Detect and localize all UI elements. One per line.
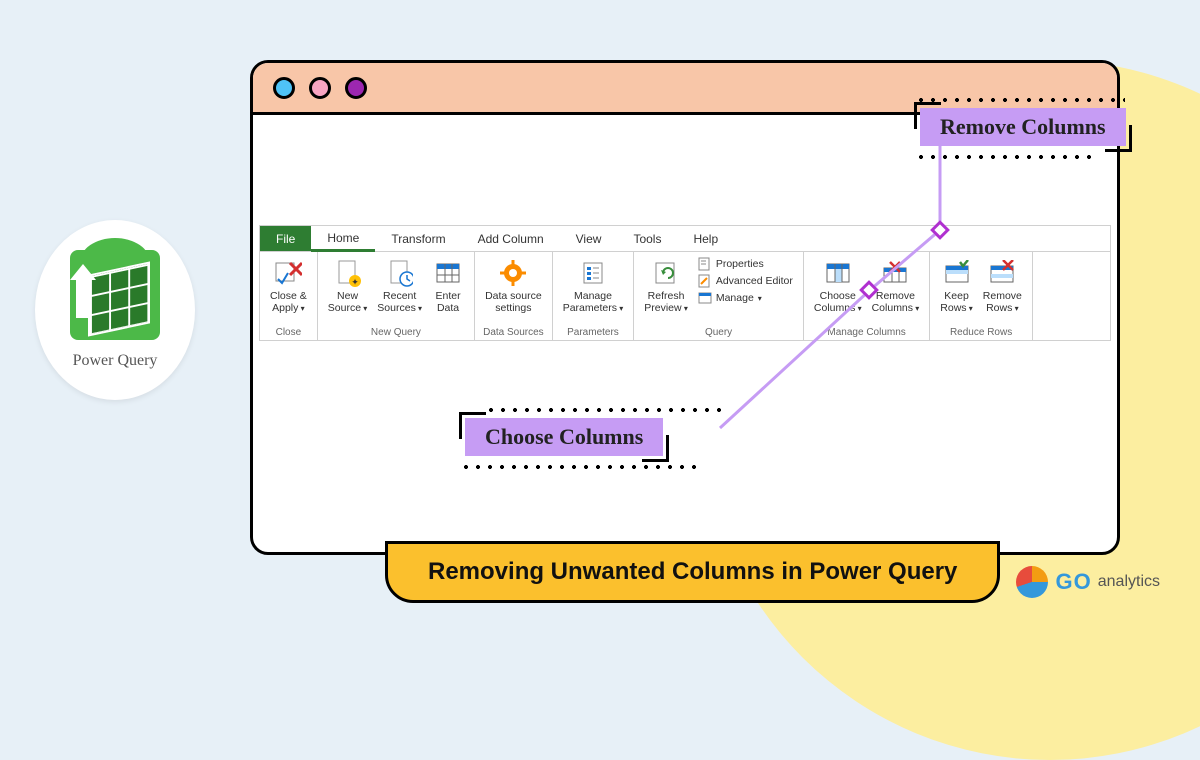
recent-sources-icon — [385, 258, 415, 288]
remove-columns-icon — [880, 258, 910, 288]
new-source-icon: ✦ — [333, 258, 363, 288]
group-query: Refresh Preview Properties Advanced Edit… — [634, 252, 804, 340]
enter-data-button[interactable]: Enter Data — [428, 256, 468, 316]
brand-logo: GO analytics — [1016, 566, 1160, 598]
close-apply-button[interactable]: Close & Apply — [266, 256, 311, 316]
decoration-dots — [915, 98, 1125, 102]
choose-columns-icon — [823, 258, 853, 288]
group-parameters: Manage Parameters Parameters — [553, 252, 635, 340]
manage-icon — [698, 291, 712, 305]
group-label-reduce-rows: Reduce Rows — [936, 325, 1026, 338]
refresh-icon — [651, 258, 681, 288]
group-label-parameters: Parameters — [559, 325, 628, 338]
group-data-sources: Data source settings Data Sources — [475, 252, 553, 340]
remove-rows-button[interactable]: Remove Rows — [979, 256, 1026, 316]
ribbon-body: Close & Apply Close ✦ New Source — [260, 252, 1110, 340]
ribbon-tabs: File Home Transform Add Column View Tool… — [260, 226, 1110, 252]
callout-choose-columns: Choose Columns — [465, 418, 663, 456]
tab-add-column[interactable]: Add Column — [462, 226, 560, 251]
keep-rows-icon — [942, 258, 972, 288]
tab-view[interactable]: View — [560, 226, 618, 251]
tab-transform[interactable]: Transform — [375, 226, 461, 251]
callout-remove-columns: Remove Columns — [920, 108, 1126, 146]
group-label-manage-columns: Manage Columns — [810, 325, 923, 338]
power-query-logo: Power Query — [35, 220, 195, 400]
group-label-query: Query — [640, 325, 797, 338]
group-label-close: Close — [266, 325, 311, 338]
ribbon: File Home Transform Add Column View Tool… — [259, 225, 1111, 341]
tab-file[interactable]: File — [260, 226, 311, 251]
close-apply-icon — [273, 258, 303, 288]
group-reduce-rows: Keep Rows Remove Rows Reduce Rows — [930, 252, 1033, 340]
keep-rows-button[interactable]: Keep Rows — [936, 256, 977, 316]
power-query-icon — [70, 250, 160, 340]
tab-tools[interactable]: Tools — [617, 226, 677, 251]
svg-text:✦: ✦ — [351, 277, 359, 287]
logo-label: Power Query — [73, 352, 158, 370]
refresh-preview-button[interactable]: Refresh Preview — [640, 256, 692, 316]
pie-icon — [1016, 566, 1048, 598]
tab-home[interactable]: Home — [311, 226, 375, 252]
manage-parameters-button[interactable]: Manage Parameters — [559, 256, 628, 316]
brand-go: GO — [1056, 569, 1092, 595]
choose-columns-button[interactable]: Choose Columns — [810, 256, 866, 316]
new-source-button[interactable]: ✦ New Source — [324, 256, 372, 316]
editor-icon — [698, 274, 712, 288]
page-title-banner: Removing Unwanted Columns in Power Query — [385, 541, 1000, 603]
group-label-new-query: New Query — [324, 325, 468, 338]
enter-data-icon — [433, 258, 463, 288]
window-control-dot[interactable] — [309, 77, 331, 99]
data-source-settings-button[interactable]: Data source settings — [481, 256, 546, 316]
group-label-data-sources: Data Sources — [481, 325, 546, 338]
properties-icon — [698, 257, 712, 271]
parameters-icon — [578, 258, 608, 288]
group-close: Close & Apply Close — [260, 252, 318, 340]
decoration-dots — [485, 408, 725, 412]
decoration-dots — [460, 465, 700, 469]
manage-button[interactable]: Manage ▾ — [694, 290, 797, 306]
remove-rows-icon — [987, 258, 1017, 288]
window-control-dot[interactable] — [345, 77, 367, 99]
brand-analytics: analytics — [1098, 573, 1160, 591]
group-new-query: ✦ New Source Recent Sources — [318, 252, 475, 340]
recent-sources-button[interactable]: Recent Sources — [373, 256, 426, 316]
gear-icon — [498, 258, 528, 288]
tab-help[interactable]: Help — [677, 226, 734, 251]
decoration-dots — [915, 155, 1095, 159]
advanced-editor-button[interactable]: Advanced Editor — [694, 273, 797, 289]
properties-button[interactable]: Properties — [694, 256, 797, 272]
window-control-dot[interactable] — [273, 77, 295, 99]
